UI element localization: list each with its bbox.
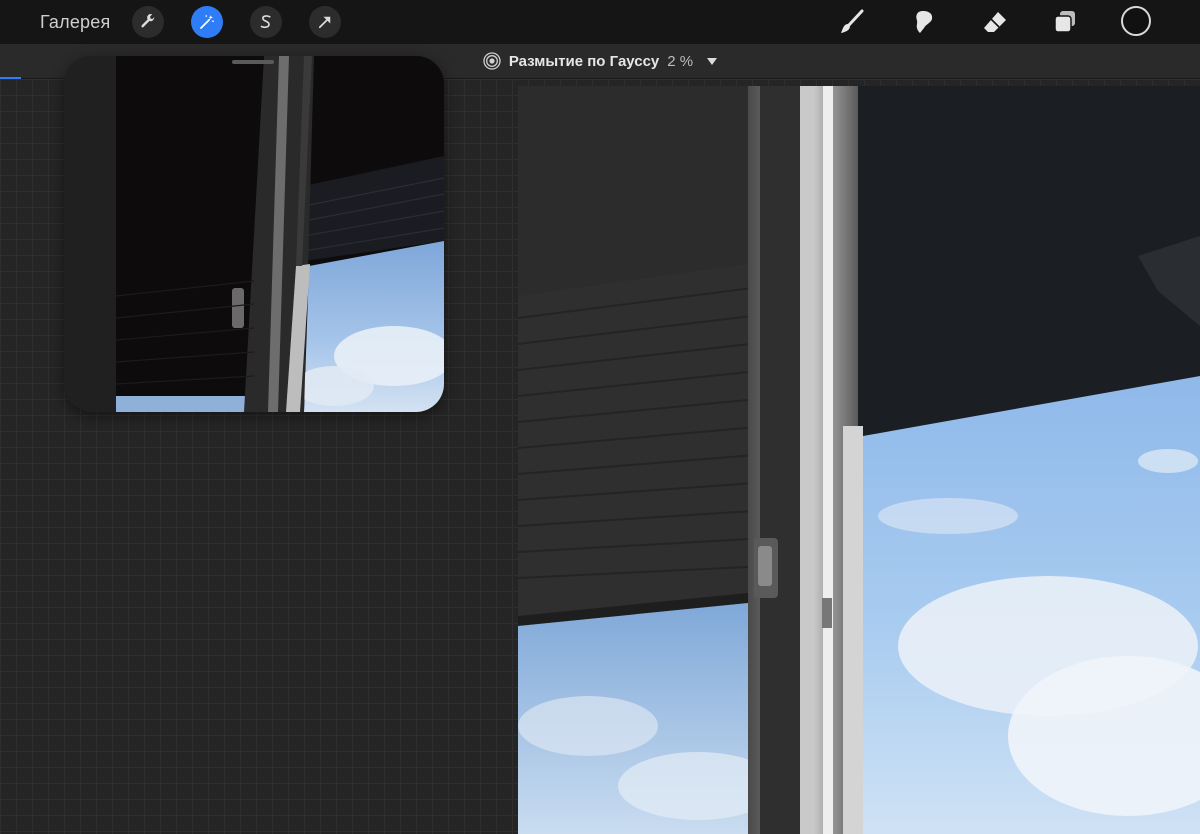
wrench-icon [141,14,155,28]
eraser-icon [984,12,1006,32]
eraser-button[interactable] [979,6,1011,38]
top-toolbar: Галерея [0,0,1200,44]
preview-drag-handle[interactable] [232,60,274,64]
smudge-button[interactable] [907,6,939,38]
transform-arrow-icon [318,16,331,29]
actions-button[interactable] [132,6,164,38]
filter-value: 2 % [667,52,694,70]
color-button[interactable] [1121,6,1151,36]
layers-button[interactable] [1049,6,1081,38]
smudge-icon [916,11,933,33]
layers-icon [1054,11,1075,33]
gallery-button[interactable]: Галерея [40,12,110,33]
selection-button[interactable] [250,6,282,38]
reference-preview-panel[interactable] [64,56,444,412]
selection-s-icon [260,15,271,29]
artwork-canvas[interactable] [518,86,1200,834]
photo-window-image [518,86,1200,834]
brush-icon [841,9,864,33]
brush-button[interactable] [836,6,868,38]
transform-button[interactable] [309,6,341,38]
chevron-down-icon[interactable] [707,57,718,65]
gaussian-blur-icon [483,52,501,70]
adjustments-button[interactable] [191,6,223,38]
preview-thumbnail-image [64,56,444,412]
filter-name[interactable]: Размытие по Гауссу [509,53,659,70]
magic-wand-icon [200,15,214,29]
